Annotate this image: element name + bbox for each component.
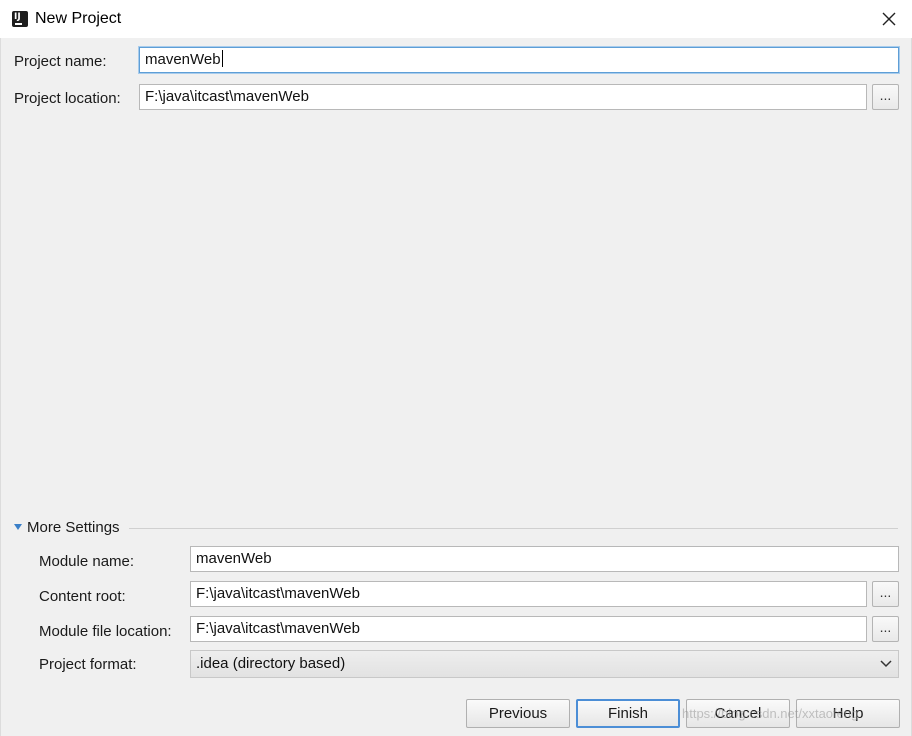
intellij-icon: IJ	[9, 8, 31, 30]
close-icon[interactable]	[878, 8, 900, 30]
watermark: https://blog.csdn.net/xxtaofeng	[682, 706, 859, 721]
dialog-content: Project name: mavenWeb Project location:…	[0, 38, 912, 736]
text-caret	[221, 50, 223, 67]
finish-button[interactable]: Finish	[576, 699, 680, 728]
content-root-label: Content root:	[39, 588, 126, 605]
content-root-browse-button[interactable]: ...	[872, 581, 899, 607]
project-location-input[interactable]: F:\java\itcast\mavenWeb	[139, 84, 867, 110]
project-name-label: Project name:	[14, 53, 107, 70]
chevron-down-icon	[880, 660, 892, 668]
more-settings-label: More Settings	[27, 519, 120, 536]
module-file-location-browse-button[interactable]: ...	[872, 616, 899, 642]
project-format-select[interactable]: .idea (directory based)	[190, 650, 899, 678]
module-name-input[interactable]: mavenWeb	[190, 546, 899, 572]
expanded-triangle-icon	[14, 524, 22, 530]
section-divider	[129, 528, 898, 529]
more-settings-toggle[interactable]: More Settings	[14, 518, 898, 538]
module-file-location-input[interactable]: F:\java\itcast\mavenWeb	[190, 616, 867, 642]
project-location-browse-button[interactable]: ...	[872, 84, 899, 110]
title-bar: IJ New Project	[0, 0, 912, 38]
project-name-value: mavenWeb	[145, 51, 221, 68]
module-name-label: Module name:	[39, 553, 135, 570]
module-file-location-value: F:\java\itcast\mavenWeb	[196, 620, 360, 637]
project-name-input[interactable]: mavenWeb	[139, 47, 899, 73]
project-location-label: Project location:	[14, 90, 121, 107]
project-location-value: F:\java\itcast\mavenWeb	[145, 88, 309, 105]
content-root-input[interactable]: F:\java\itcast\mavenWeb	[190, 581, 867, 607]
content-root-value: F:\java\itcast\mavenWeb	[196, 585, 360, 602]
module-name-value: mavenWeb	[196, 550, 272, 567]
project-format-label: Project format:	[39, 656, 137, 673]
previous-button[interactable]: Previous	[466, 699, 570, 728]
project-format-value: .idea (directory based)	[196, 655, 346, 672]
window-title: New Project	[35, 10, 122, 27]
module-file-location-label: Module file location:	[39, 623, 172, 640]
